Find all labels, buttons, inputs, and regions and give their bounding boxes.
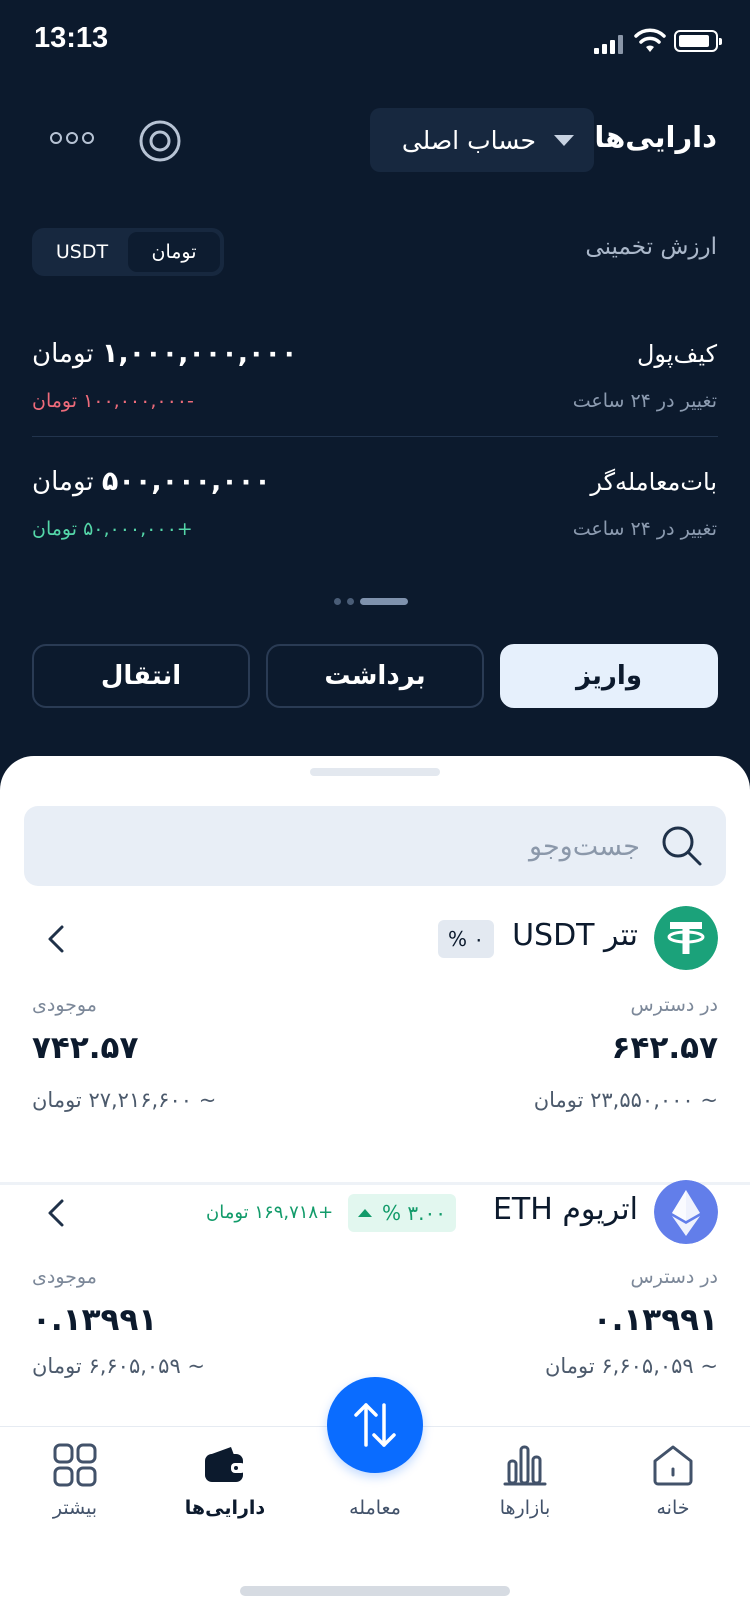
balance-fiat: ~ ۲۷,۲۱۶,۶۰۰ تومان <box>32 1088 217 1112</box>
search-icon <box>662 826 702 866</box>
nav-more-label: بیشتر <box>52 1497 98 1519</box>
status-time: 13:13 <box>34 22 109 54</box>
asset-change-badge: ۳.۰۰ % <box>348 1194 456 1232</box>
signal-icon <box>594 34 624 54</box>
chevron-down-icon <box>554 134 574 146</box>
balance-amount: ۰.۱۳۹۹۱ <box>32 1302 158 1338</box>
sheet-handle[interactable] <box>310 768 440 776</box>
chevron-left-icon[interactable] <box>44 1198 68 1228</box>
available-label: در دسترس <box>630 994 718 1016</box>
swap-arrows-icon <box>354 1403 396 1447</box>
wallet-value: ۱,۰۰۰,۰۰۰,۰۰۰ تومان <box>32 338 298 369</box>
page-indicator <box>334 598 408 605</box>
bot-change: +۵۰,۰۰۰,۰۰۰ تومان <box>32 518 193 540</box>
nav-trade[interactable]: معامله <box>320 1497 430 1519</box>
wallet-icon <box>205 1447 245 1482</box>
balance-amount: ۷۴۲.۵۷ <box>32 1030 139 1066</box>
balance-label: موجودی <box>32 994 97 1016</box>
arrow-up-icon <box>358 1209 372 1217</box>
account-label: حساب اصلی <box>401 125 536 155</box>
available-fiat: ~ ۲۳,۵۵۰,۰۰۰ تومان <box>533 1088 718 1112</box>
action-buttons: واریز برداشت انتقال <box>32 644 718 708</box>
estimate-label: ارزش تخمینی <box>585 234 717 260</box>
deposit-button[interactable]: واریز <box>500 644 718 708</box>
bot-change-label: تغییر در ۲۴ ساعت <box>572 518 717 540</box>
trade-button[interactable] <box>327 1377 423 1473</box>
nav-more[interactable]: بیشتر <box>20 1441 130 1519</box>
balance-fiat: ~ ۶,۶۰۵,۰۵۹ تومان <box>32 1354 206 1378</box>
ethereum-icon <box>654 1180 718 1244</box>
asset-profit: +۱۶۹,۷۱۸ تومان <box>206 1202 334 1223</box>
nav-markets[interactable]: بازارها <box>470 1441 580 1519</box>
nav-trade-label: معامله <box>349 1497 401 1519</box>
divider <box>32 436 718 437</box>
wifi-icon <box>634 28 666 52</box>
asset-name: تتر USDT <box>512 918 638 953</box>
asset-name: اتریوم ETH <box>492 1192 638 1227</box>
battery-icon <box>674 30 722 52</box>
eye-icon[interactable] <box>137 118 183 164</box>
home-indicator <box>240 1586 510 1596</box>
bot-label: بات‌معامله‌گر <box>590 468 717 496</box>
wallet-change-label: تغییر در ۲۴ ساعت <box>572 390 717 412</box>
home-icon <box>653 1445 693 1486</box>
page-title: دارایی‌ها <box>594 120 717 154</box>
account-selector[interactable]: حساب اصلی <box>370 108 594 172</box>
asset-change-badge: ۰ % <box>438 920 495 958</box>
tether-icon <box>654 906 718 970</box>
bot-value: ۵۰۰,۰۰۰,۰۰۰ تومان <box>32 466 271 497</box>
more-options-icon[interactable] <box>50 132 94 148</box>
nav-assets[interactable]: دارایی‌ها <box>170 1441 280 1519</box>
nav-assets-label: دارایی‌ها <box>184 1497 266 1519</box>
status-bar: 13:13 <box>0 18 750 62</box>
available-amount: ۶۴۲.۵۷ <box>611 1030 718 1066</box>
chevron-left-icon[interactable] <box>44 924 68 954</box>
balance-label: موجودی <box>32 1266 97 1288</box>
available-label: در دسترس <box>630 1266 718 1288</box>
available-fiat: ~ ۶,۶۰۵,۰۵۹ تومان <box>544 1354 718 1378</box>
wallet-change: -۱۰۰,۰۰۰,۰۰۰ تومان <box>32 390 194 412</box>
assets-header-panel: 13:13 دارایی‌ها حساب اصلی ارزش تخمینی US… <box>0 0 750 770</box>
currency-option-usdt[interactable]: USDT <box>36 232 128 272</box>
grid-icon <box>53 1443 97 1487</box>
available-amount: ۰.۱۳۹۹۱ <box>592 1302 718 1338</box>
nav-markets-label: بازارها <box>499 1497 551 1519</box>
chart-bars-icon <box>503 1445 547 1486</box>
wallet-label: کیف‌پول <box>636 340 717 368</box>
row-separator <box>0 1182 750 1185</box>
currency-option-toman[interactable]: تومان <box>128 232 220 272</box>
currency-toggle[interactable]: USDT تومان <box>32 228 224 276</box>
search-input[interactable] <box>240 830 640 862</box>
transfer-button[interactable]: انتقال <box>32 644 250 708</box>
nav-home[interactable]: خانه <box>618 1441 728 1519</box>
nav-home-label: خانه <box>656 1497 690 1519</box>
withdraw-button[interactable]: برداشت <box>266 644 484 708</box>
search-bar[interactable] <box>24 806 726 886</box>
